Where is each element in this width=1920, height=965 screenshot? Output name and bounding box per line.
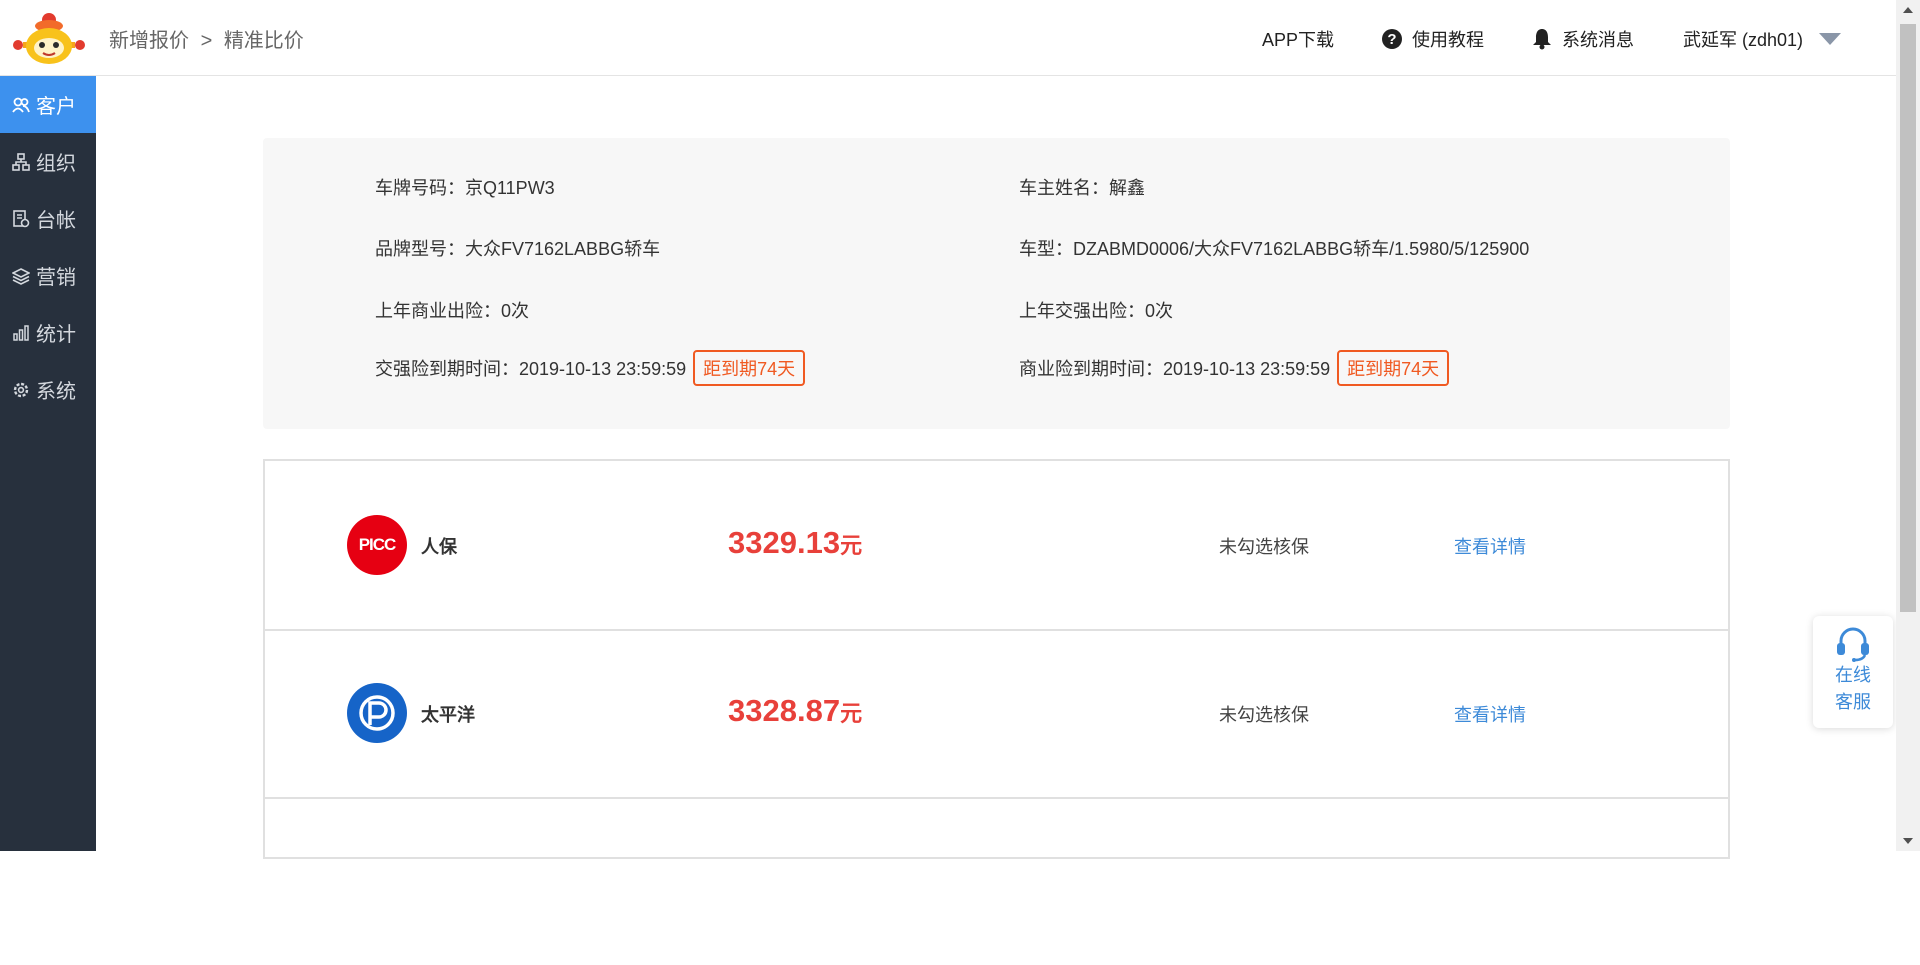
brand-model: 品牌型号：大众FV7162LABBG轿车: [375, 239, 661, 259]
messages-link[interactable]: 系统消息: [1532, 26, 1634, 52]
quote-row-picc: PICC 人保 3329.13元 未勾选核保 查看详情: [265, 461, 1728, 631]
quote-price: 3328.87元: [728, 693, 862, 729]
tutorial-label: 使用教程: [1412, 30, 1484, 50]
app-logo[interactable]: [12, 10, 86, 66]
sidebar-item-ledger[interactable]: 台帐: [0, 190, 96, 247]
sidebar-item-label: 客户: [36, 96, 76, 118]
sidebar-item-marketing[interactable]: 营销: [0, 247, 96, 304]
quote-list: PICC 人保 3329.13元 未勾选核保 查看详情 太平洋 3328.87元…: [263, 459, 1730, 859]
quote-price: 3329.13元: [728, 525, 862, 561]
commercial-expiry: 商业险到期时间：2019-10-13 23:59:59: [1019, 359, 1331, 379]
user-menu[interactable]: 武延军 (zdh01): [1683, 26, 1842, 52]
commercial-expiry-badge: 距到期74天: [1337, 350, 1450, 386]
users-icon: [12, 97, 30, 113]
sidebar-item-customer[interactable]: 客户: [0, 76, 96, 133]
ledger-icon: [13, 209, 30, 227]
breadcrumb: 新增报价 > 精准比价: [109, 24, 310, 53]
top-header: 新增报价 > 精准比价 APP下载 ? 使用教程 系统消息 武延军 (zdh01…: [0, 0, 1896, 76]
gear-icon: [13, 382, 29, 397]
compulsory-expiry-badge: 距到期74天: [693, 350, 806, 386]
quote-row-partial: [265, 797, 1728, 965]
question-icon: ?: [1382, 29, 1402, 49]
sidebar-item-label: 营销: [36, 267, 76, 289]
sidebar-item-label: 统计: [36, 324, 76, 346]
app-download-label: APP下载: [1262, 30, 1335, 50]
picc-logo-icon: PICC: [347, 515, 407, 575]
service-label-line1: 在线: [1835, 665, 1871, 685]
underwriting-status: 未勾选核保: [1219, 537, 1309, 557]
online-service-button[interactable]: 在线 客服: [1813, 616, 1893, 728]
sidebar: 客户 组织 台帐 营销 统计 系统: [0, 76, 96, 851]
price-value: 3329.13: [728, 525, 841, 560]
view-details-link[interactable]: 查看详情: [1454, 701, 1526, 727]
scrollbar-thumb[interactable]: [1900, 24, 1916, 612]
vertical-scrollbar[interactable]: [1896, 0, 1920, 851]
app-download-link[interactable]: APP下载: [1262, 26, 1334, 52]
company-name: 人保: [421, 537, 457, 557]
cpic-logo-icon: [347, 683, 407, 743]
sidebar-item-label: 组织: [36, 153, 76, 175]
chevron-down-icon: [1819, 33, 1842, 45]
view-details-link[interactable]: 查看详情: [1454, 533, 1526, 559]
org-chart-icon: [12, 152, 30, 171]
model-code: 车型：DZABMD0006/大众FV7162LABBG轿车/1.5980/5/1…: [1019, 239, 1530, 259]
bar-chart-icon: [13, 324, 29, 341]
price-value: 3328.87: [728, 693, 841, 728]
service-label-line2: 客服: [1835, 692, 1871, 712]
commercial-expiry-row: 商业险到期时间：2019-10-13 23:59:59 距到期74天: [1019, 350, 1450, 386]
tutorial-link[interactable]: ? 使用教程: [1382, 26, 1484, 52]
scroll-down-arrow-icon[interactable]: [1896, 831, 1920, 851]
breadcrumb-item-new-quote[interactable]: 新增报价: [109, 30, 189, 52]
sidebar-item-organization[interactable]: 组织: [0, 133, 96, 190]
underwriting-status: 未勾选核保: [1219, 705, 1309, 725]
company-name: 太平洋: [421, 705, 475, 725]
bell-icon: [1533, 29, 1551, 50]
quote-row-cpic: 太平洋 3328.87元 未勾选核保 查看详情: [265, 629, 1728, 799]
scroll-up-arrow-icon[interactable]: [1896, 0, 1920, 20]
breadcrumb-separator: >: [200, 30, 213, 52]
sidebar-item-label: 系统: [36, 381, 76, 403]
user-name: 武延军 (zdh01): [1683, 30, 1804, 50]
price-unit: 元: [840, 533, 863, 558]
last-commercial-claims: 上年商业出险：0次: [375, 301, 530, 321]
vehicle-info-panel: 车牌号码：京Q11PW3 车主姓名：解鑫 品牌型号：大众FV7162LABBG轿…: [263, 138, 1730, 429]
sidebar-item-statistics[interactable]: 统计: [0, 304, 96, 361]
owner-name: 车主姓名：解鑫: [1019, 178, 1145, 198]
last-compulsory-claims: 上年交强出险：0次: [1019, 301, 1174, 321]
sidebar-item-label: 台帐: [36, 210, 76, 232]
breadcrumb-item-current: 精准比价: [223, 30, 304, 52]
layers-icon: [12, 267, 30, 285]
compulsory-expiry-row: 交强险到期时间：2019-10-13 23:59:59 距到期74天: [375, 350, 806, 386]
plate-number: 车牌号码：京Q11PW3: [375, 178, 555, 198]
headset-icon: [1837, 627, 1869, 662]
messages-label: 系统消息: [1562, 30, 1634, 50]
price-unit: 元: [840, 701, 863, 726]
sidebar-item-system[interactable]: 系统: [0, 361, 96, 418]
compulsory-expiry: 交强险到期时间：2019-10-13 23:59:59: [375, 359, 687, 379]
